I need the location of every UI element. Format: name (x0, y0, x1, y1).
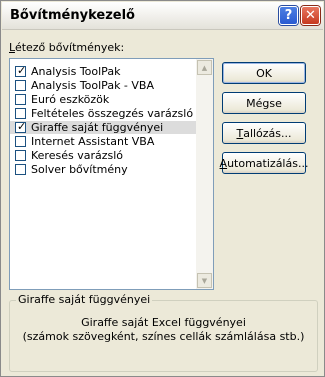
title-bar: Bővítménykezelő ? ✕ (2, 2, 323, 30)
addins-listbox[interactable]: ✓ Analysis ToolPak Analysis ToolPak - VB… (9, 58, 214, 290)
checkbox[interactable]: ✓ (15, 120, 27, 133)
arrow-down-icon: ▼ (201, 276, 208, 285)
help-button[interactable]: ? (279, 6, 298, 25)
list-item[interactable]: Internet Assistant VBA (10, 135, 196, 148)
arrow-up-icon: ▲ (201, 63, 208, 72)
list-item[interactable]: Keresés varázsló (10, 149, 196, 162)
list-item-label: Internet Assistant VBA (31, 135, 155, 148)
list-item-label: Analysis ToolPak - VBA (31, 79, 154, 92)
vertical-scrollbar[interactable]: ▲ ▼ (196, 59, 213, 289)
close-icon: ✕ (305, 8, 316, 23)
scroll-up-button[interactable]: ▲ (197, 60, 212, 75)
automation-button-label: utomatizálás... (227, 156, 309, 170)
list-item[interactable]: Feltételes összegzés varázsló (10, 107, 196, 120)
list-item-label: Giraffe saját függvényei (31, 121, 164, 134)
list-item-label: Analysis ToolPak (31, 65, 121, 78)
browse-button[interactable]: Tallózás... (222, 122, 306, 144)
check-icon: ✓ (17, 64, 27, 77)
description-line-2: (számok szövegként, színes cellák számlá… (22, 330, 305, 343)
check-icon: ✓ (17, 120, 27, 133)
cancel-button-label: Mégse (246, 96, 282, 110)
checkbox[interactable] (15, 80, 26, 91)
automation-accesskey: A (219, 156, 228, 170)
window-title: Bővítménykezelő (10, 8, 135, 23)
list-item-label: Keresés varázsló (31, 149, 124, 162)
list-item-label: Solver bővítmény (31, 163, 128, 176)
checkbox[interactable] (15, 150, 26, 161)
checkbox[interactable]: ✓ (15, 64, 27, 77)
list-item-label: Euró eszközök (31, 93, 110, 106)
automation-button[interactable]: Automatizálás... (219, 152, 309, 174)
list-item-label: Feltételes összegzés varázsló (31, 107, 194, 120)
addin-manager-dialog: Bővítménykezelő ? ✕ Létező bővítmények: … (0, 0, 325, 377)
list-item[interactable]: Analysis ToolPak - VBA (10, 79, 196, 92)
description-line-1: Giraffe saját Excel függvényei (81, 316, 246, 329)
ok-button[interactable]: OK (222, 62, 306, 84)
checkbox[interactable] (15, 94, 26, 105)
browse-button-label: allózás... (243, 126, 292, 140)
ok-button-label: OK (256, 66, 272, 80)
description-group-title: Giraffe saját függvényei (16, 293, 153, 306)
close-button[interactable]: ✕ (301, 6, 320, 25)
checkbox[interactable] (15, 108, 26, 119)
addins-list-label: Létező bővítmények: (9, 41, 124, 54)
checkbox[interactable] (15, 136, 26, 147)
checkbox[interactable] (15, 164, 26, 175)
scroll-down-button[interactable]: ▼ (197, 273, 212, 288)
description-groupbox: Giraffe saját függvényei Giraffe saját E… (9, 293, 318, 372)
browse-accesskey: T (236, 126, 244, 140)
list-item[interactable]: Euró eszközök (10, 93, 196, 106)
list-item-selected[interactable]: ✓ Giraffe saját függvényei (10, 120, 196, 134)
addins-list-label-text: étező bővítmények: (14, 41, 125, 54)
list-item[interactable]: ✓ Analysis ToolPak (10, 64, 196, 78)
list-item[interactable]: Solver bővítmény (10, 163, 196, 176)
help-icon: ? (284, 8, 293, 23)
cancel-button[interactable]: Mégse (222, 92, 306, 114)
